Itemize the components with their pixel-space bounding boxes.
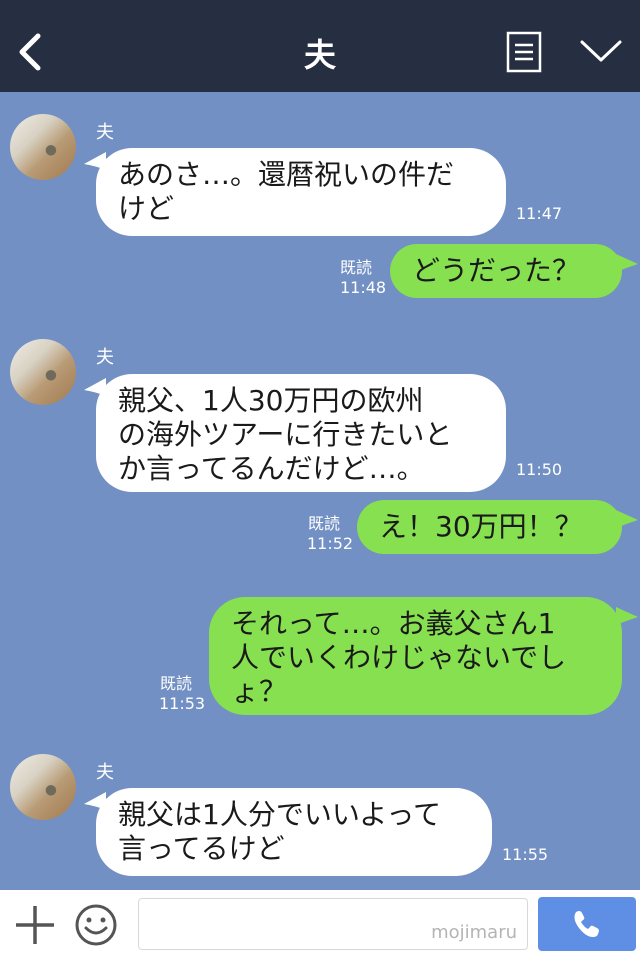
- read-receipt: 既読: [340, 258, 373, 277]
- message-time: 11:50: [516, 460, 563, 479]
- message-time: 11:48: [340, 278, 387, 297]
- chat-area[interactable]: 夫 あのさ…。還暦祝いの件だ けど 11:47 どうだった？ 既読 11:48 …: [0, 92, 640, 890]
- chevron-down-icon: [580, 40, 622, 62]
- bubble-tail: [616, 254, 638, 272]
- message-bubble[interactable]: どうだった？: [390, 244, 622, 298]
- add-button[interactable]: [14, 904, 56, 946]
- message-time: 11:55: [502, 845, 549, 864]
- input-bar: mojimaru: [0, 890, 640, 960]
- bubble-tail: [616, 607, 638, 625]
- list-icon: [506, 31, 542, 73]
- bubble-tail: [616, 510, 638, 528]
- message-bubble[interactable]: え！30万円！？: [357, 500, 622, 554]
- smile-icon: [75, 904, 117, 946]
- back-button[interactable]: [10, 30, 50, 74]
- menu-button[interactable]: [506, 31, 542, 73]
- read-receipt: 既読: [160, 674, 193, 693]
- plus-icon: [16, 906, 54, 944]
- avatar[interactable]: [10, 114, 76, 180]
- avatar[interactable]: [10, 754, 76, 820]
- chat-header: 夫: [0, 0, 640, 92]
- message-time: 11:53: [159, 694, 206, 713]
- avatar[interactable]: [10, 339, 76, 405]
- message-bubble[interactable]: あのさ…。還暦祝いの件だ けど: [96, 148, 506, 236]
- watermark: mojimaru: [431, 922, 517, 943]
- phone-icon: [574, 911, 599, 937]
- message-bubble[interactable]: それって…。お義父さん1 人でいくわけじゃないでし ょ？: [209, 597, 622, 715]
- call-button[interactable]: [538, 897, 636, 951]
- read-receipt: 既読: [308, 514, 341, 533]
- chat-title: 夫: [303, 36, 336, 74]
- message-bubble[interactable]: 親父は1人分でいいよって 言ってるけど: [96, 788, 492, 876]
- expand-button[interactable]: [578, 36, 624, 66]
- sender-name: 夫: [96, 122, 114, 143]
- sender-name: 夫: [96, 762, 114, 783]
- message-bubble[interactable]: 親父、1人30万円の欧州 の海外ツアーに行きたいと か言ってるんだけど…。: [96, 374, 506, 492]
- message-time: 11:47: [516, 204, 563, 223]
- sender-name: 夫: [96, 347, 114, 368]
- sticker-button[interactable]: [74, 903, 118, 947]
- message-time: 11:52: [307, 534, 354, 553]
- chevron-left-icon: [19, 33, 41, 71]
- message-input[interactable]: mojimaru: [138, 898, 528, 950]
